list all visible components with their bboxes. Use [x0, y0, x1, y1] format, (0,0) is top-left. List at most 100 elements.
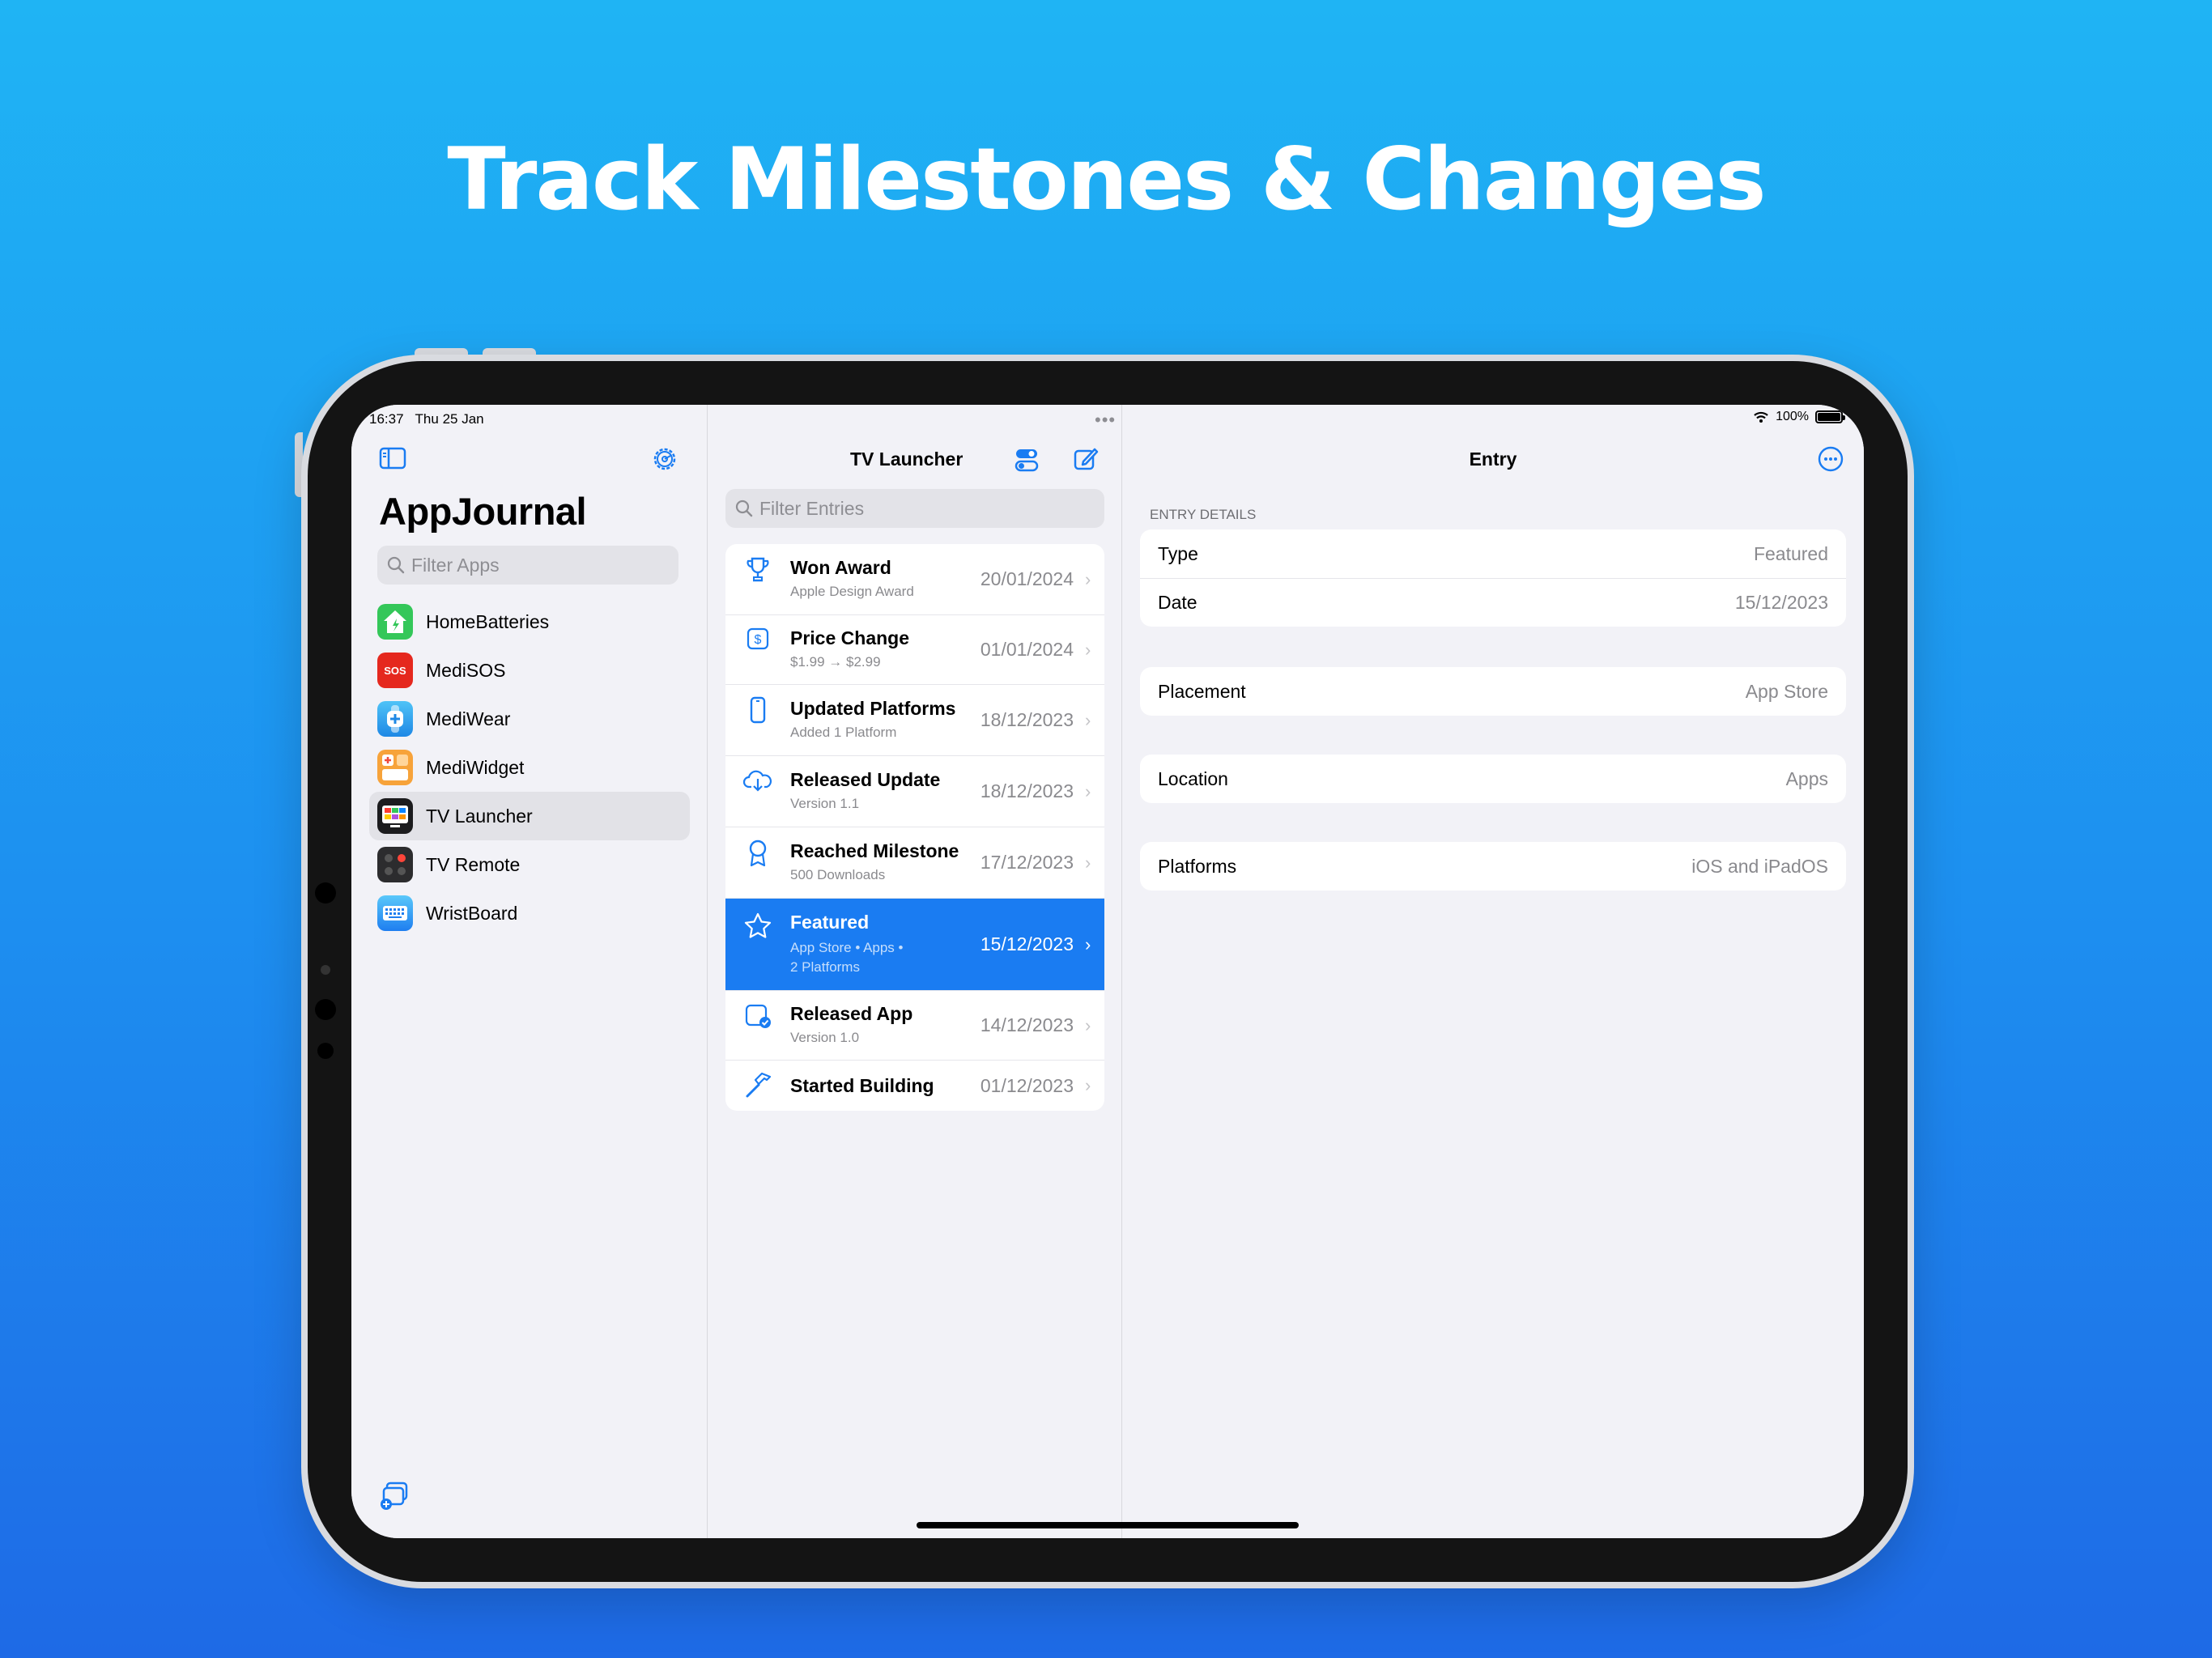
status-time: 16:37 Thu 25 Jan [369, 411, 496, 427]
row-label: Placement [1158, 680, 1246, 702]
sidebar-toggle-icon[interactable] [379, 447, 406, 474]
camera-dot [321, 965, 330, 975]
entry-title: Released Update [790, 769, 941, 790]
app-title: AppJournal [379, 490, 587, 533]
app-name: TV Remote [426, 853, 521, 875]
entry-details-group: Type Featured Date 15/12/2023 [1140, 529, 1846, 627]
more-options-icon[interactable] [1817, 445, 1844, 477]
compose-icon[interactable] [1072, 445, 1100, 477]
entry-title: Price Change [790, 627, 909, 648]
search-icon [735, 500, 753, 517]
entry-row-price-change[interactable]: $ Price Change $1.99 → $2.99 01/01/2024 … [725, 615, 1104, 685]
row-label: Type [1158, 542, 1198, 564]
entry-row-released-update[interactable]: Released Update Version 1.1 18/12/2023 › [725, 756, 1104, 827]
entry-subtitle: App Store • Apps • [790, 940, 904, 955]
svg-text:$: $ [755, 633, 762, 647]
app-name: MediWear [426, 708, 511, 729]
camera-dot [315, 882, 336, 903]
row-value: iOS and iPadOS [1691, 855, 1828, 877]
row-value: Featured [1753, 542, 1828, 564]
entry-row-updated-platforms[interactable]: Updated Platforms Added 1 Platform 18/12… [725, 685, 1104, 756]
status-date-text: Thu 25 Jan [415, 411, 484, 427]
entry-title: Entry [1469, 449, 1517, 470]
entry-title: Featured [790, 912, 870, 933]
entry-row-released-app[interactable]: Released App Version 1.0 14/12/2023 › [725, 991, 1104, 1061]
home-indicator[interactable] [917, 1522, 1299, 1528]
tv-launcher-icon [377, 798, 413, 834]
chevron-right-icon: › [1085, 1014, 1091, 1035]
app-name: MediSOS [426, 659, 506, 681]
filter-entries-search[interactable]: Filter Entries [725, 489, 1104, 528]
entry-date: 18/12/2023 [980, 709, 1074, 730]
entry-list: Won Award Apple Design Award 20/01/2024 … [725, 544, 1104, 1111]
entry-date: 17/12/2023 [980, 852, 1074, 873]
chevron-right-icon: › [1085, 709, 1091, 730]
headline: Track Milestones & Changes [447, 130, 1766, 229]
app-row-wristboard[interactable]: WristBoard [369, 889, 690, 937]
entries-column: ••• TV Launcher Filter Entries Won Award… [708, 405, 1122, 1538]
app-name: MediWidget [426, 756, 525, 778]
toggle-switches-icon[interactable] [1014, 447, 1040, 477]
hammer-icon [725, 1061, 790, 1099]
app-row-mediwear[interactable]: MediWear [369, 695, 690, 743]
entry-date: 15/12/2023 [980, 933, 1074, 954]
entry-date: 01/12/2023 [980, 1074, 1074, 1096]
placement-row[interactable]: Placement App Store [1140, 667, 1846, 716]
dollar-icon: $ [725, 615, 790, 651]
location-row[interactable]: Location Apps [1140, 755, 1846, 803]
entry-row-reached-milestone[interactable]: Reached Milestone 500 Downloads 17/12/20… [725, 827, 1104, 899]
filter-entries-placeholder: Filter Entries [759, 497, 865, 519]
platforms-row[interactable]: Platforms iOS and iPadOS [1140, 842, 1846, 891]
entry-subtitle: $1.99 → $2.99 [790, 654, 881, 670]
section-header: ENTRY DETAILS [1150, 507, 1257, 522]
cloud-download-icon [725, 756, 790, 793]
entry-subtitle: Version 1.0 [790, 1030, 860, 1045]
location-group: Location Apps [1140, 755, 1846, 803]
app-row-medisos[interactable]: SOS MediSOS [369, 646, 690, 695]
filter-apps-placeholder: Filter Apps [411, 554, 500, 576]
mediwidget-icon [377, 750, 413, 785]
filter-apps-search[interactable]: Filter Apps [377, 546, 678, 585]
apps-sidebar: 16:37 Thu 25 Jan AppJournal Filter Apps H… [351, 405, 708, 1538]
placement-group: Placement App Store [1140, 667, 1846, 716]
entry-title: Updated Platforms [790, 698, 956, 719]
entry-date: 01/01/2024 [980, 639, 1074, 660]
wifi-icon [1754, 411, 1768, 423]
battery-percent: 100% [1776, 410, 1809, 423]
date-row[interactable]: Date 15/12/2023 [1140, 578, 1846, 627]
star-icon [725, 899, 790, 939]
entry-date: 20/01/2024 [980, 568, 1074, 589]
app-list: HomeBatteries SOS MediSOS MediWear MediW… [369, 597, 690, 937]
entry-subtitle: 2 Platforms [790, 959, 860, 975]
chevron-right-icon: › [1085, 780, 1091, 801]
entry-row-won-award[interactable]: Won Award Apple Design Award 20/01/2024 … [725, 544, 1104, 615]
entry-title: Started Building [790, 1074, 934, 1096]
entries-title: TV Launcher [850, 449, 963, 470]
app-row-tv-remote[interactable]: TV Remote [369, 840, 690, 889]
tv-remote-icon [377, 847, 413, 882]
app-row-mediwidget[interactable]: MediWidget [369, 743, 690, 792]
ipad-screen: 16:37 Thu 25 Jan AppJournal Filter Apps H… [351, 405, 1864, 1538]
chevron-right-icon: › [1085, 1075, 1091, 1095]
multitask-dots[interactable]: ••• [1095, 410, 1116, 431]
entry-row-started-building[interactable]: Started Building 01/12/2023 › [725, 1061, 1104, 1111]
app-row-tv-launcher[interactable]: TV Launcher [369, 792, 690, 840]
app-row-homebatteries[interactable]: HomeBatteries [369, 597, 690, 646]
settings-gear-icon[interactable] [651, 445, 678, 477]
row-label: Platforms [1158, 855, 1237, 877]
home-batteries-icon [377, 604, 413, 640]
type-row[interactable]: Type Featured [1140, 529, 1846, 578]
status-time-text: 16:37 [369, 411, 404, 427]
chevron-right-icon: › [1085, 568, 1091, 589]
mediwear-icon [377, 701, 413, 737]
battery-icon [1815, 410, 1845, 423]
row-value: 15/12/2023 [1734, 592, 1828, 613]
entry-subtitle: Apple Design Award [790, 584, 914, 599]
camera-dot [315, 999, 336, 1020]
row-label: Location [1158, 767, 1228, 789]
status-indicators: 100% [1753, 410, 1845, 424]
add-app-icon[interactable] [379, 1478, 411, 1515]
row-value: App Store [1745, 680, 1828, 702]
entry-title: Released App [790, 1003, 913, 1024]
entry-row-featured[interactable]: Featured App Store • Apps • 2 Platforms … [725, 899, 1104, 991]
